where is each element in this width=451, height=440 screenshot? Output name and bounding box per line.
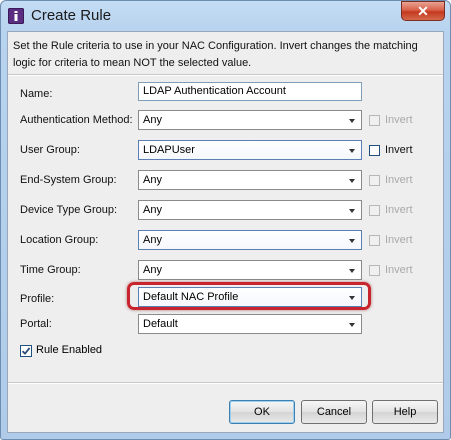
chevron-down-icon bbox=[349, 119, 355, 123]
dialog-body: Set the Rule criteria to use in your NAC… bbox=[7, 31, 444, 433]
invert-checkbox bbox=[369, 265, 380, 276]
description-text: Set the Rule criteria to use in your NAC… bbox=[13, 40, 418, 69]
invert-label: Invert bbox=[385, 144, 413, 156]
name-label: Name: bbox=[20, 88, 53, 100]
rule-enabled-checkbox[interactable] bbox=[20, 345, 32, 357]
profile-highlight bbox=[127, 282, 371, 310]
device-type-group-select[interactable]: Any bbox=[138, 200, 362, 220]
chevron-down-icon bbox=[349, 149, 355, 153]
cancel-button[interactable]: Cancel bbox=[301, 400, 367, 424]
invert-checkbox bbox=[369, 235, 380, 246]
ok-button[interactable]: OK bbox=[229, 400, 295, 424]
close-icon: ✕ bbox=[417, 3, 429, 19]
divider-top bbox=[8, 74, 443, 76]
auth-method-select[interactable]: Any bbox=[138, 110, 362, 130]
invert-checkbox bbox=[369, 205, 380, 216]
invert-label: Invert bbox=[385, 264, 413, 276]
user-group-select[interactable]: LDAPUser bbox=[138, 140, 362, 160]
location-group-select[interactable]: Any bbox=[138, 230, 362, 250]
create-rule-dialog: Create Rule ✕ Set the Rule criteria to u… bbox=[0, 0, 451, 440]
title-bar[interactable]: Create Rule ✕ bbox=[1, 1, 450, 31]
portal-value: Default bbox=[143, 318, 178, 330]
chevron-down-icon bbox=[349, 323, 355, 327]
help-button[interactable]: Help bbox=[372, 400, 438, 424]
close-button[interactable]: ✕ bbox=[401, 1, 445, 21]
end-system-group-value: Any bbox=[143, 174, 162, 186]
auth-method-value: Any bbox=[143, 114, 162, 126]
end-system-group-label: End-System Group: bbox=[20, 174, 117, 186]
checkmark-icon bbox=[21, 347, 31, 355]
invert-checkbox bbox=[369, 115, 380, 126]
portal-label: Portal: bbox=[20, 318, 52, 330]
device-type-group-value: Any bbox=[143, 204, 162, 216]
end-system-group-select[interactable]: Any bbox=[138, 170, 362, 190]
name-field[interactable]: LDAP Authentication Account bbox=[138, 82, 362, 101]
invert-label: Invert bbox=[385, 234, 413, 246]
location-group-value: Any bbox=[143, 234, 162, 246]
portal-select[interactable]: Default bbox=[138, 314, 362, 334]
chevron-down-icon bbox=[349, 209, 355, 213]
time-group-select[interactable]: Any bbox=[138, 260, 362, 280]
chevron-down-icon bbox=[349, 239, 355, 243]
profile-label: Profile: bbox=[20, 293, 55, 305]
chevron-down-icon bbox=[349, 179, 355, 183]
auth-method-label: Authentication Method: bbox=[20, 114, 133, 126]
user-group-label: User Group: bbox=[20, 144, 80, 156]
invert-label: Invert bbox=[385, 174, 413, 186]
invert-checkbox[interactable] bbox=[369, 145, 380, 156]
app-icon bbox=[8, 8, 24, 24]
time-group-value: Any bbox=[143, 264, 162, 276]
user-group-value: LDAPUser bbox=[143, 144, 195, 156]
chevron-down-icon bbox=[349, 269, 355, 273]
rule-enabled-label: Rule Enabled bbox=[36, 344, 103, 356]
device-type-group-label: Device Type Group: bbox=[20, 204, 118, 216]
time-group-label: Time Group: bbox=[20, 264, 81, 276]
location-group-label: Location Group: bbox=[20, 234, 99, 246]
invert-checkbox bbox=[369, 175, 380, 186]
invert-label: Invert bbox=[385, 114, 413, 126]
invert-label: Invert bbox=[385, 204, 413, 216]
window-title: Create Rule bbox=[31, 7, 112, 24]
divider-bottom bbox=[8, 382, 443, 384]
